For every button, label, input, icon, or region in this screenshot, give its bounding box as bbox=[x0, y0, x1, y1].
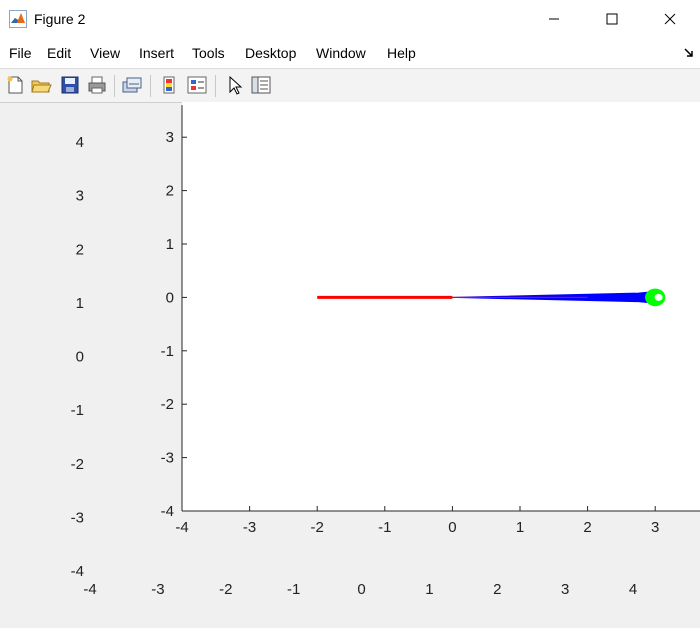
outer-y-tick-label: -2 bbox=[71, 456, 84, 473]
toolbar-separator bbox=[150, 75, 151, 97]
y-tick-label: 1 bbox=[166, 236, 174, 253]
toolbar bbox=[0, 68, 700, 103]
y-tick-label: 3 bbox=[166, 129, 174, 146]
outer-y-tick-label: 3 bbox=[76, 188, 84, 205]
menu-insert[interactable]: Insert bbox=[139, 45, 174, 61]
toolbar-separator bbox=[215, 75, 216, 97]
x-tick-label: -4 bbox=[175, 519, 188, 536]
maximize-icon bbox=[606, 13, 618, 25]
y-tick-label: 0 bbox=[166, 289, 174, 306]
outer-y-tick-label: -4 bbox=[71, 563, 84, 580]
y-tick-label: 2 bbox=[166, 183, 174, 200]
y-tick-label: -2 bbox=[161, 396, 174, 413]
menu-help[interactable]: Help bbox=[387, 45, 416, 61]
minimize-icon bbox=[549, 18, 559, 20]
x-tick-label: 3 bbox=[651, 519, 659, 536]
close-icon bbox=[664, 13, 676, 25]
open-file-icon[interactable] bbox=[30, 74, 52, 96]
print-icon[interactable] bbox=[86, 74, 108, 96]
outer-x-tick-label: 1 bbox=[425, 581, 433, 598]
x-tick-label: -1 bbox=[378, 519, 391, 536]
figure-canvas: -4 -3 -2 -1 0 1 2 3 4 -4 -3 -2 -1 0 1 2 3 4 -4 -3 -2 -1 0 1 2 3 -… bbox=[71, 102, 700, 598]
outer-x-tick-label: -2 bbox=[219, 581, 232, 598]
minimize-button[interactable] bbox=[525, 0, 583, 38]
menu-edit[interactable]: Edit bbox=[47, 45, 71, 61]
menu-view[interactable]: View bbox=[90, 45, 120, 61]
outer-x-tick-label: -4 bbox=[83, 581, 96, 598]
new-figure-icon[interactable] bbox=[4, 74, 26, 96]
outer-x-tick-label: 3 bbox=[561, 581, 569, 598]
menu-bar: File Edit View Insert Tools Desktop Wind… bbox=[0, 38, 700, 68]
x-tick-label: -2 bbox=[311, 519, 324, 536]
x-tick-label: 0 bbox=[448, 519, 456, 536]
maximize-button[interactable] bbox=[583, 0, 641, 38]
matlab-icon bbox=[9, 10, 27, 28]
outer-y-tick-label: -1 bbox=[71, 402, 84, 419]
menu-tools[interactable]: Tools bbox=[192, 45, 225, 61]
close-button[interactable] bbox=[641, 0, 699, 38]
save-icon[interactable] bbox=[59, 74, 81, 96]
menu-file[interactable]: File bbox=[9, 45, 32, 61]
toolbar-separator bbox=[114, 75, 115, 97]
outer-x-tick-label: 0 bbox=[357, 581, 365, 598]
link-plot-icon[interactable] bbox=[121, 74, 143, 96]
plot-area[interactable] bbox=[182, 102, 700, 511]
outer-y-tick-label: -3 bbox=[71, 509, 84, 526]
x-tick-label: -3 bbox=[243, 519, 256, 536]
insert-legend-icon[interactable] bbox=[186, 74, 208, 96]
outer-x-tick-label: -3 bbox=[151, 581, 164, 598]
y-tick-label: -4 bbox=[161, 503, 174, 520]
property-inspector-icon[interactable] bbox=[250, 74, 272, 96]
menu-window[interactable]: Window bbox=[316, 45, 366, 61]
dock-arrow-icon[interactable] bbox=[683, 47, 695, 59]
outer-y-tick-label: 0 bbox=[76, 349, 84, 366]
y-tick-label: -3 bbox=[161, 450, 174, 467]
edit-plot-icon[interactable] bbox=[224, 74, 246, 96]
outer-x-tick-label: 4 bbox=[629, 581, 637, 598]
window-title: Figure 2 bbox=[34, 11, 86, 27]
outer-x-tick-label: 2 bbox=[493, 581, 501, 598]
y-tick-label: -1 bbox=[161, 343, 174, 360]
title-bar: Figure 2 bbox=[0, 0, 700, 38]
outer-y-tick-label: 1 bbox=[76, 295, 84, 312]
outer-y-tick-label: 2 bbox=[76, 241, 84, 258]
white-inner-marker bbox=[654, 293, 663, 301]
x-tick-label: 1 bbox=[516, 519, 524, 536]
outer-x-tick-label: -1 bbox=[287, 581, 300, 598]
x-tick-label: 2 bbox=[583, 519, 591, 536]
outer-y-tick-label: 4 bbox=[76, 134, 84, 151]
menu-desktop[interactable]: Desktop bbox=[245, 45, 296, 61]
insert-colorbar-icon[interactable] bbox=[158, 74, 180, 96]
